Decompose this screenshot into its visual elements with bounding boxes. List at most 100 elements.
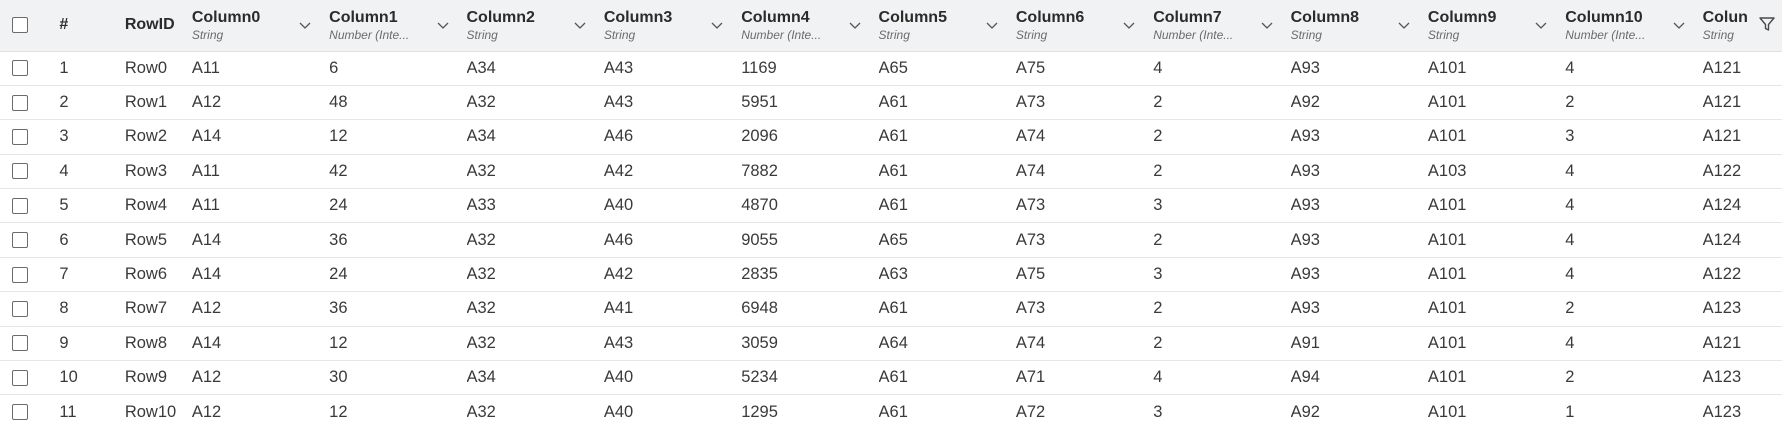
table-cell: A32 xyxy=(466,222,604,258)
column-header-titles: Colun String xyxy=(1703,8,1748,43)
chevron-down-icon[interactable] xyxy=(1396,17,1412,33)
column-header-titles: Column5 String xyxy=(879,8,947,43)
table-row[interactable]: 6 Row5 A14 36 A32 A46 9055 A65 A73 2 A93 A101 4 A124 xyxy=(0,222,1782,258)
row-id: Row10 xyxy=(124,394,192,427)
filter-button[interactable] xyxy=(1756,13,1778,35)
table-cell: A64 xyxy=(878,326,1016,362)
column-header-0[interactable]: Column0 String xyxy=(191,0,330,52)
column-type-label: String xyxy=(878,27,910,42)
row-checkbox[interactable] xyxy=(12,128,28,145)
table-row[interactable]: 3 Row2 A14 12 A34 A46 2096 A61 A74 2 A93 A101 3 A121 xyxy=(0,119,1782,155)
table-cell: A75 xyxy=(1015,257,1154,293)
row-checkbox[interactable] xyxy=(12,266,28,283)
row-id: Row5 xyxy=(124,222,192,258)
column-header-9[interactable]: Column9 String xyxy=(1427,0,1566,52)
column-title: Column9 xyxy=(1427,8,1497,26)
column-header-content: Column10 Number (Inte... xyxy=(1565,8,1702,43)
table-cell: A92 xyxy=(1290,394,1428,427)
column-header-1[interactable]: Column1 Number (Inte... xyxy=(329,0,467,52)
column-header-4[interactable]: Column4 Number (Inte... xyxy=(741,0,879,52)
chevron-down-icon[interactable] xyxy=(984,17,1000,33)
row-checkbox[interactable] xyxy=(12,197,28,214)
table-cell: 6 xyxy=(329,51,467,86)
chevron-down-icon[interactable] xyxy=(572,17,588,33)
column-header-7[interactable]: Column7 Number (Inte... xyxy=(1153,0,1291,52)
table-cell: 2 xyxy=(1565,291,1703,327)
chevron-down-icon[interactable] xyxy=(1533,17,1549,33)
chevron-down-icon[interactable] xyxy=(1671,17,1687,33)
row-checkbox[interactable] xyxy=(12,369,28,386)
row-index: 3 xyxy=(45,119,125,155)
table-cell: 4 xyxy=(1153,51,1291,86)
table-cell: A124 xyxy=(1702,188,1782,224)
column-header-content: Column1 Number (Inte... xyxy=(329,8,466,43)
rowid-column-header[interactable]: RowID xyxy=(124,0,192,52)
row-checkbox[interactable] xyxy=(12,60,28,77)
table-row[interactable]: 1 Row0 A11 6 A34 A43 1169 A65 A75 4 A93 A101 4 A121 xyxy=(0,51,1782,86)
row-index: 4 xyxy=(45,154,125,190)
column-header-3[interactable]: Column3 String xyxy=(603,0,742,52)
table-cell: A101 xyxy=(1427,51,1566,86)
table-cell: A32 xyxy=(466,394,604,427)
table-cell: 7882 xyxy=(741,154,879,190)
column-header-5[interactable]: Column5 String xyxy=(878,0,1016,52)
table-row[interactable]: 5 Row4 A11 24 A33 A40 4870 A61 A73 3 A93 A101 4 A124 xyxy=(0,188,1782,224)
table-cell: 48 xyxy=(329,85,467,121)
table-cell: 2 xyxy=(1153,291,1291,327)
table-cell: A123 xyxy=(1702,360,1782,396)
table-cell: 5234 xyxy=(741,360,879,396)
row-checkbox[interactable] xyxy=(12,335,28,352)
column-title: Column4 xyxy=(741,8,810,26)
table-cell: A121 xyxy=(1702,326,1782,362)
select-all-checkbox[interactable] xyxy=(12,17,28,34)
row-id: Row6 xyxy=(124,257,192,293)
table-row[interactable]: 9 Row8 A14 12 A32 A43 3059 A64 A74 2 A91 A101 4 A121 xyxy=(0,326,1782,362)
table-row[interactable]: 7 Row6 A14 24 A32 A42 2835 A63 A75 3 A93 A101 4 A122 xyxy=(0,257,1782,293)
table-cell: A121 xyxy=(1702,51,1782,86)
column-header-10[interactable]: Column10 Number (Inte... xyxy=(1565,0,1703,52)
table-cell: A74 xyxy=(1015,326,1154,362)
table-cell: A40 xyxy=(603,394,742,427)
table-cell: A101 xyxy=(1427,291,1566,327)
row-checkbox[interactable] xyxy=(12,404,28,421)
row-checkbox[interactable] xyxy=(12,163,28,180)
table-row[interactable]: 11 Row10 A12 12 A32 A40 1295 A61 A72 3 A92 A101 1 A12… xyxy=(0,394,1782,427)
table-cell: 4 xyxy=(1565,51,1703,86)
table-row[interactable]: 10 Row9 A12 30 A34 A40 5234 A61 A71 4 A94 A101 2 A123 xyxy=(0,360,1782,396)
column-header-titles: Column7 Number (Inte... xyxy=(1153,8,1233,43)
table-row[interactable]: 4 Row3 A11 42 A32 A42 7882 A61 A74 2 A93 A103 4 A122 xyxy=(0,154,1782,190)
row-checkbox[interactable] xyxy=(12,232,28,249)
table-cell: A93 xyxy=(1290,154,1428,190)
column-title: Column2 xyxy=(466,8,535,26)
row-checkbox[interactable] xyxy=(12,94,28,111)
table-row[interactable]: 2 Row1 A12 48 A32 A43 5951 A61 A73 2 A92 A101 2 A121 xyxy=(0,85,1782,121)
row-checkbox[interactable] xyxy=(12,300,28,317)
table-row[interactable]: 8 Row7 A12 36 A32 A41 6948 A61 A73 2 A93 A101 2 A123 xyxy=(0,291,1782,327)
table-cell: A12 xyxy=(191,394,330,427)
table-cell: 2 xyxy=(1153,326,1291,362)
column-header-6[interactable]: Column6 String xyxy=(1015,0,1154,52)
row-index: 1 xyxy=(45,51,125,86)
table-cell: A14 xyxy=(191,222,330,258)
table-cell: 3059 xyxy=(741,326,879,362)
table-cell: A12 xyxy=(191,360,330,396)
column-title: Column1 xyxy=(329,8,398,26)
row-index: 7 xyxy=(45,257,125,293)
row-id: Row4 xyxy=(124,188,192,224)
column-header-8[interactable]: Column8 String xyxy=(1290,0,1428,52)
chevron-down-icon[interactable] xyxy=(847,17,863,33)
column-header-2[interactable]: Column2 String xyxy=(466,0,604,52)
table-cell: A122 xyxy=(1702,154,1782,190)
chevron-down-icon[interactable] xyxy=(297,17,313,33)
chevron-down-icon[interactable] xyxy=(1121,17,1137,33)
table-cell: A121 xyxy=(1702,119,1782,155)
table-cell: 30 xyxy=(329,360,467,396)
table-cell: 12 xyxy=(329,326,467,362)
column-title: Column7 xyxy=(1153,8,1222,26)
table-cell: A93 xyxy=(1290,188,1428,224)
table-cell: 2 xyxy=(1153,222,1291,258)
chevron-down-icon[interactable] xyxy=(1259,17,1275,33)
chevron-down-icon[interactable] xyxy=(435,17,451,33)
table-cell: 2 xyxy=(1153,85,1291,121)
chevron-down-icon[interactable] xyxy=(709,17,725,33)
